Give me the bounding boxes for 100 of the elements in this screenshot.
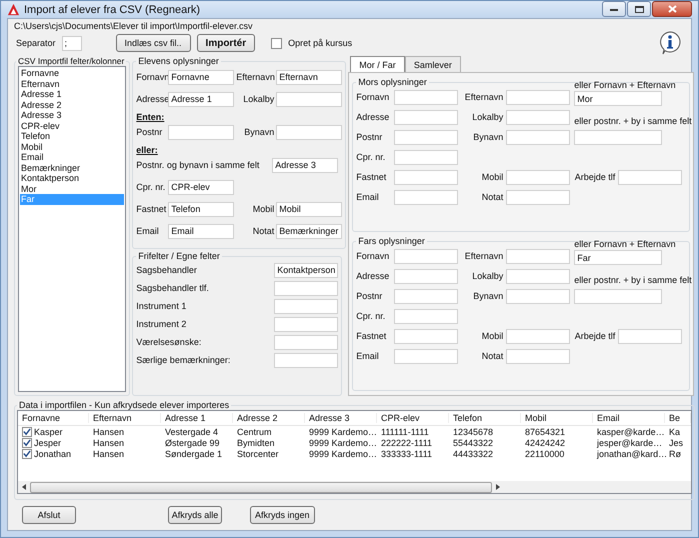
text-field[interactable]	[394, 308, 458, 324]
text-field[interactable]	[394, 90, 458, 104]
text-field[interactable]	[506, 130, 570, 144]
scroll-right-icon[interactable]	[495, 483, 501, 491]
close-button[interactable]	[652, 1, 692, 17]
list-item[interactable]: Email	[20, 152, 124, 162]
text-field[interactable]	[506, 248, 570, 264]
column-header[interactable]: Telefon	[449, 413, 521, 423]
text-field[interactable]	[394, 170, 458, 184]
group-title: Fars oplysninger	[357, 236, 426, 246]
text-field[interactable]: Adresse 3	[272, 158, 338, 172]
text-field[interactable]: Mobil	[276, 202, 342, 216]
list-item[interactable]: CPR-elev	[20, 120, 124, 131]
text-field[interactable]	[506, 170, 570, 184]
text-field[interactable]	[506, 110, 570, 124]
field-label: Postnr	[356, 132, 384, 142]
row-checkbox[interactable]	[22, 438, 32, 448]
text-field[interactable]	[506, 288, 570, 304]
text-field[interactable]: Bemærkninger	[276, 224, 342, 238]
column-header[interactable]: Fornavne	[18, 413, 89, 423]
text-field[interactable]	[394, 190, 458, 204]
text-field[interactable]	[506, 190, 570, 204]
dialog-button[interactable]: Afkryds alle	[168, 506, 222, 524]
list-item[interactable]: Fornavne	[20, 68, 124, 78]
table-cell: 111111-1111	[381, 426, 429, 436]
text-field[interactable]	[618, 170, 682, 184]
tab[interactable]: Mor / Far	[350, 56, 405, 72]
list-item[interactable]: Adresse 3	[20, 110, 124, 120]
minimize-button[interactable]	[602, 1, 626, 17]
text-field[interactable]	[274, 352, 338, 368]
list-item[interactable]: Telefon	[20, 131, 124, 142]
list-item[interactable]: Kontaktperson	[20, 173, 124, 184]
text-field[interactable]	[168, 124, 234, 140]
text-field[interactable]	[394, 248, 458, 264]
column-header[interactable]: Email	[593, 413, 665, 423]
text-field[interactable]: Email	[168, 224, 234, 238]
column-header[interactable]: Efternavn	[89, 413, 161, 423]
text-field[interactable]	[274, 298, 338, 314]
group-title: Elevens oplysninger	[137, 56, 220, 66]
text-field[interactable]: Efternavn	[276, 70, 342, 84]
column-header[interactable]: Adresse 1	[161, 413, 233, 423]
text-field[interactable]	[394, 288, 458, 304]
field-label: Lokalby	[242, 94, 274, 104]
scroll-left-icon[interactable]	[21, 483, 27, 491]
maximize-button[interactable]	[627, 1, 651, 17]
text-field[interactable]: Adresse 1	[168, 92, 234, 106]
field-label: Adresse	[356, 271, 390, 281]
field-label: Adresse	[136, 94, 166, 104]
column-header[interactable]: Adresse 3	[305, 413, 377, 423]
text-field[interactable]: Far	[574, 250, 662, 265]
list-item[interactable]: Mor	[20, 184, 124, 194]
column-header[interactable]: Be	[665, 413, 691, 423]
text-field[interactable]	[276, 92, 342, 106]
text-field[interactable]: Fornavne	[168, 70, 234, 84]
text-field[interactable]: Telefon	[168, 202, 234, 216]
scrollbar-thumb[interactable]	[30, 482, 492, 492]
load-csv-button[interactable]: Indlæs csv fil..	[116, 34, 191, 52]
text-field[interactable]	[394, 268, 458, 284]
text-field[interactable]	[394, 348, 458, 364]
table-cell: Hansen	[93, 448, 124, 458]
column-header[interactable]: Adresse 2	[233, 413, 305, 423]
list-item[interactable]: Adresse 2	[20, 100, 124, 110]
text-field[interactable]	[394, 130, 458, 144]
text-field[interactable]	[274, 316, 338, 332]
field-label: Email	[356, 192, 380, 202]
info-icon[interactable]	[659, 31, 681, 55]
text-field[interactable]	[394, 110, 458, 124]
text-field[interactable]	[394, 328, 458, 344]
separator-field[interactable]: ;	[62, 36, 82, 50]
text-field[interactable]: CPR-elev	[168, 180, 234, 194]
text-field[interactable]	[506, 268, 570, 284]
list-item[interactable]: Adresse 1	[20, 89, 124, 100]
text-field[interactable]	[574, 130, 662, 144]
column-header[interactable]: Mobil	[521, 413, 593, 423]
text-field[interactable]	[506, 90, 570, 104]
text-field[interactable]	[618, 328, 682, 344]
table-cell: Hansen	[93, 438, 124, 448]
dialog-button[interactable]: Afslut	[22, 506, 76, 524]
row-checkbox[interactable]	[22, 426, 32, 436]
text-field[interactable]	[574, 288, 662, 304]
dialog-button[interactable]: Afkryds ingen	[250, 506, 315, 524]
text-field[interactable]	[274, 280, 338, 296]
text-field[interactable]: Kontaktperson	[274, 262, 338, 278]
list-item[interactable]: Bemærkninger	[20, 162, 124, 173]
tab[interactable]: Samlever	[404, 56, 461, 72]
text-field[interactable]	[276, 124, 342, 140]
horizontal-scrollbar[interactable]	[18, 481, 691, 493]
row-checkbox[interactable]	[22, 448, 32, 458]
text-field[interactable]: Mor	[574, 91, 662, 106]
import-button[interactable]: Importér	[196, 34, 256, 52]
list-item[interactable]: Mobil	[20, 142, 124, 152]
field-label: Sagsbehandler	[136, 265, 197, 275]
text-field[interactable]	[506, 348, 570, 364]
column-header[interactable]: CPR-elev	[377, 413, 449, 423]
table-cell: Østergade 99	[165, 438, 220, 448]
text-field[interactable]	[274, 334, 338, 350]
text-field[interactable]	[506, 328, 570, 344]
text-field[interactable]	[394, 150, 458, 164]
checkbox[interactable]	[271, 38, 282, 48]
list-item[interactable]: Efternavn	[20, 78, 124, 89]
